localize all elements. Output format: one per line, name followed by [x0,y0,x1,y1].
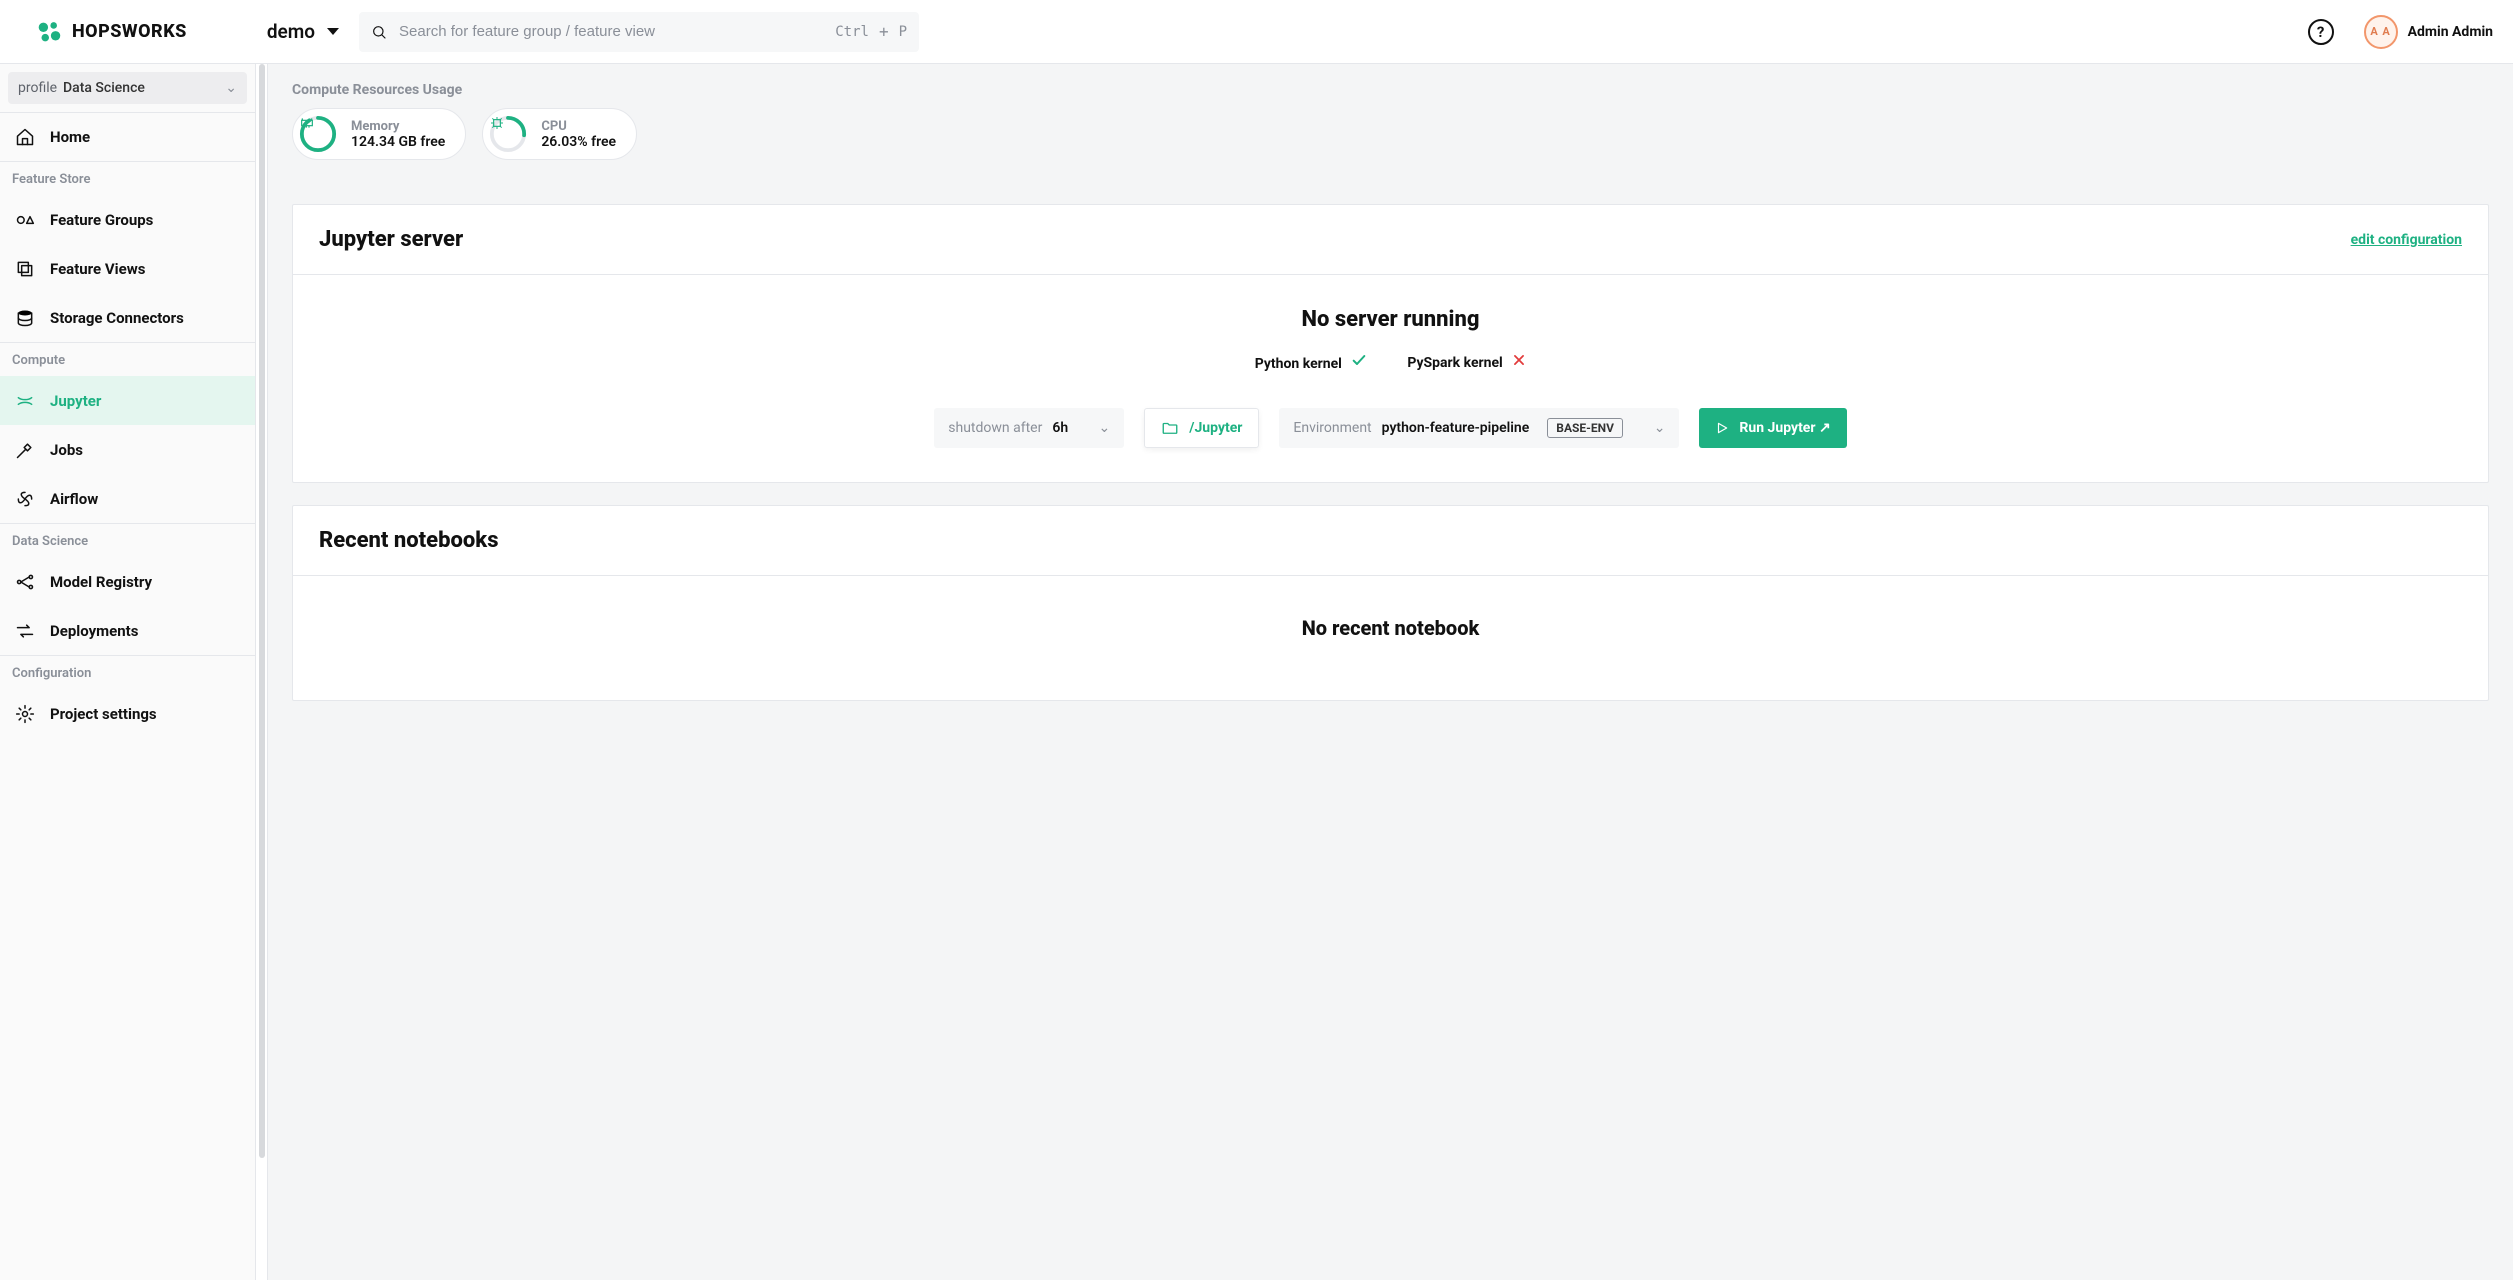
memory-value: 124.34 GB free [351,134,445,150]
sidebar-item-label: Model Registry [50,573,152,591]
compute-resources: Compute Resources Usage Memory [268,64,2513,182]
resources-title: Compute Resources Usage [292,82,2489,98]
environment-select[interactable]: Environment python-feature-pipeline BASE… [1279,408,1679,448]
profile-selector[interactable]: profile Data Science ⌄ [8,72,247,104]
header: HOPSWORKS demo Ctrl + P ? A A Admin Admi… [0,0,2513,64]
sidebar-item-label: Airflow [50,490,98,508]
sidebar-group-feature-store: Feature Store [0,161,255,195]
hopsworks-logo-icon [34,17,64,47]
jupyter-icon [14,391,36,411]
play-icon [1715,421,1729,435]
jupyter-card-title: Jupyter server [319,227,463,252]
environment-label: Environment [1293,420,1371,436]
gear-icon [14,704,36,724]
sidebar-item-label: Deployments [50,622,138,640]
cpu-ring-icon [489,115,527,153]
sidebar-item-model-registry[interactable]: Model Registry [0,557,255,606]
chevron-down-icon [327,28,339,35]
sidebar-item-airflow[interactable]: Airflow [0,474,255,523]
copy-icon [14,259,36,279]
sidebar-item-project-settings[interactable]: Project settings [0,689,255,738]
cpu-value: 26.03% free [541,134,616,150]
sidebar-item-label: Jupyter [50,392,101,410]
profile-value: Data Science [63,80,145,96]
memory-label: Memory [351,119,445,134]
keyboard-hint: Ctrl + P [835,22,907,41]
folder-icon [1161,419,1179,437]
main-content: Compute Resources Usage Memory [268,64,2513,1280]
jupyter-folder-button[interactable]: /Jupyter [1144,408,1259,448]
sidebar-item-home[interactable]: Home [0,112,255,161]
cpu-card: CPU 26.03% free [482,108,637,160]
sidebar-item-storage-connectors[interactable]: Storage Connectors [0,293,255,342]
x-icon [1512,355,1526,371]
python-kernel-status: Python kernel [1255,352,1368,372]
project-switcher[interactable]: demo [267,20,339,43]
cpu-label: CPU [541,119,616,134]
run-jupyter-button[interactable]: Run Jupyter ↗ [1699,408,1846,448]
chevron-down-icon: ⌄ [1654,420,1666,436]
chevron-down-icon: ⌄ [225,80,237,96]
airflow-icon [14,489,36,509]
pyspark-kernel-status: PySpark kernel [1407,353,1526,371]
sidebar-scrollbar[interactable] [256,64,268,1280]
sidebar-group-data-science: Data Science [0,523,255,557]
shutdown-after-select[interactable]: shutdown after 6h ⌄ [934,408,1124,448]
sidebar-item-label: Feature Views [50,260,145,278]
edit-configuration-link[interactable]: edit configuration [2351,232,2462,248]
sidebar-item-label: Feature Groups [50,211,153,229]
shutdown-label: shutdown after [948,420,1042,436]
run-jupyter-label: Run Jupyter ↗ [1739,420,1830,436]
brand-text: HOPSWORKS [72,21,187,42]
help-icon: ? [2317,23,2324,41]
check-icon [1351,356,1367,372]
kernel-status-row: Python kernel PySpark kernel [1255,352,1526,372]
user-name: Admin Admin [2408,24,2493,40]
recent-notebooks-title: Recent notebooks [319,528,498,553]
shutdown-value: 6h [1052,420,1068,436]
home-icon [14,127,36,147]
sidebar: profile Data Science ⌄ Home Feature Stor… [0,64,256,1280]
base-env-badge: BASE-ENV [1547,418,1623,438]
logo[interactable]: HOPSWORKS [34,17,187,47]
sidebar-group-configuration: Configuration [0,655,255,689]
hammer-icon [14,440,36,460]
sidebar-item-feature-groups[interactable]: Feature Groups [0,195,255,244]
sidebar-item-label: Storage Connectors [50,309,184,327]
sidebar-item-deployments[interactable]: Deployments [0,606,255,655]
environment-value: python-feature-pipeline [1382,420,1530,436]
sidebar-item-jupyter[interactable]: Jupyter [0,376,255,425]
sidebar-item-feature-views[interactable]: Feature Views [0,244,255,293]
project-name: demo [267,20,315,43]
sidebar-item-label: Jobs [50,441,83,459]
user-menu[interactable]: A A Admin Admin [2364,15,2493,49]
transfer-icon [14,621,36,641]
sidebar-group-compute: Compute [0,342,255,376]
database-icon [14,308,36,328]
search-input[interactable] [397,22,825,41]
search-bar[interactable]: Ctrl + P [359,12,919,52]
memory-card: Memory 124.34 GB free [292,108,466,160]
no-recent-notebook-text: No recent notebook [293,576,2488,700]
recent-notebooks-card: Recent notebooks No recent notebook [292,505,2489,701]
network-icon [14,572,36,592]
chevron-down-icon: ⌄ [1099,420,1111,436]
no-server-text: No server running [1302,307,1480,332]
sidebar-item-label: Project settings [50,705,157,723]
help-button[interactable]: ? [2308,19,2334,45]
sidebar-item-jobs[interactable]: Jobs [0,425,255,474]
memory-ring-icon [299,115,337,153]
jupyter-server-card: Jupyter server edit configuration No ser… [292,204,2489,483]
sidebar-item-label: Home [50,128,90,146]
avatar: A A [2364,15,2398,49]
search-icon [371,24,387,40]
shapes-icon [14,210,36,230]
profile-label: profile [18,80,57,96]
folder-path: /Jupyter [1189,420,1242,436]
